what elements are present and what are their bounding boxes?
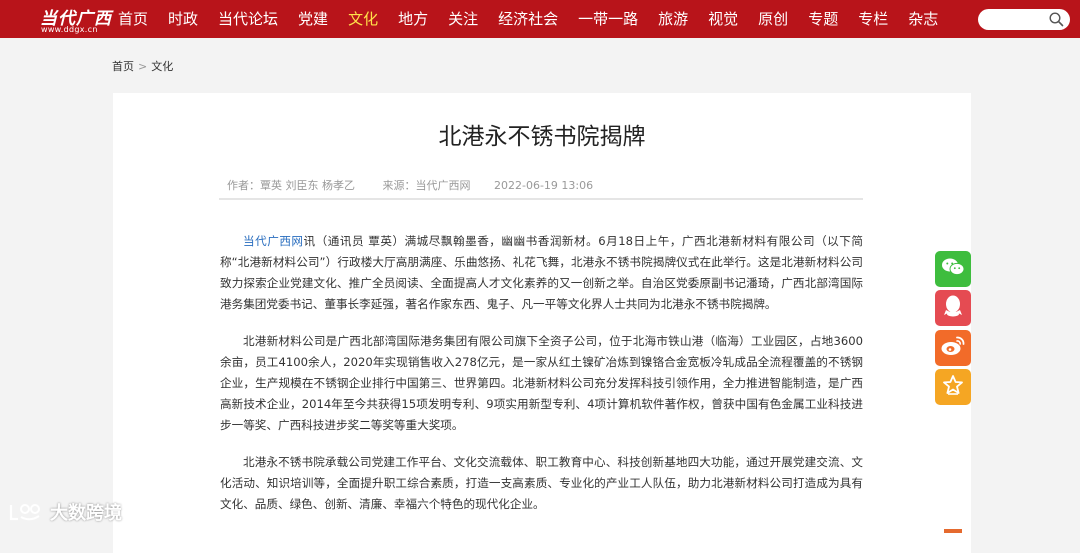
- paragraph-text: 讯（通讯员 覃英）满城尽飘翰墨香，幽幽书香润新材。6月18日上午，广西北港新材料…: [220, 234, 863, 311]
- wechat-share-button[interactable]: [935, 251, 971, 287]
- favorite-icon: [942, 374, 964, 400]
- watermark-logo-icon: [9, 504, 40, 521]
- nav-item-original[interactable]: 原创: [748, 0, 798, 38]
- article-title: 北港永不锈书院揭牌: [438, 124, 646, 150]
- article-paragraph: 北港新材料公司是广西北部湾国际港务集团有限公司旗下全资子公司，位于北海市铁山港（…: [220, 331, 863, 436]
- qq-share-icon: [943, 294, 963, 322]
- favorite-button[interactable]: [935, 369, 971, 405]
- article-source: 来源：当代广西网: [382, 179, 471, 192]
- source-link[interactable]: 当代广西网: [243, 234, 304, 248]
- nav-item-visual[interactable]: 视觉: [698, 0, 748, 38]
- nav-item-magazine[interactable]: 杂志: [898, 0, 948, 38]
- search-icon[interactable]: [1049, 12, 1064, 31]
- article-date: 2022-06-19 13:06: [494, 179, 594, 192]
- nav-item-columns[interactable]: 专栏: [848, 0, 898, 38]
- nav-item-travel[interactable]: 旅游: [648, 0, 698, 38]
- bottom-edge-mark: [944, 529, 962, 533]
- nav-item-party[interactable]: 党建: [288, 0, 338, 38]
- article-authors: 作者：覃英 刘臣东 杨孝乙: [227, 179, 355, 192]
- meta-divider: [219, 198, 863, 200]
- article-body: 当代广西网讯（通讯员 覃英）满城尽飘翰墨香，幽幽书香润新材。6月18日上午，广西…: [220, 231, 863, 531]
- watermark-text: 大数跨境: [50, 503, 122, 524]
- paragraph-text: 北港新材料公司是广西北部湾国际港务集团有限公司旗下全资子公司，位于北海市铁山港（…: [220, 334, 863, 432]
- article-paragraph: 北港永不锈书院承载公司党建工作平台、文化交流载体、职工教育中心、科技创新基地四大…: [220, 452, 863, 515]
- search-input[interactable]: [978, 9, 1070, 30]
- nav-item-forum[interactable]: 当代论坛: [208, 0, 288, 38]
- logo-url: www.ddgx.cn: [41, 25, 98, 34]
- nav-item-politics[interactable]: 时政: [158, 0, 208, 38]
- weibo-share-button[interactable]: [935, 330, 971, 366]
- nav-item-local[interactable]: 地方: [388, 0, 438, 38]
- breadcrumb-separator: >: [138, 60, 148, 73]
- qq-share-button[interactable]: [935, 290, 971, 326]
- article-card: 北港永不锈书院揭牌 作者：覃英 刘臣东 杨孝乙 来源：当代广西网 2022-06…: [113, 93, 971, 553]
- nav-item-culture[interactable]: 文化: [338, 0, 388, 38]
- breadcrumb-current[interactable]: 文化: [151, 60, 173, 73]
- nav-item-belt-road[interactable]: 一带一路: [568, 0, 648, 38]
- wechat-share-icon: [941, 257, 965, 281]
- nav-item-focus[interactable]: 关注: [438, 0, 488, 38]
- watermark: 大数跨境: [8, 499, 122, 525]
- nav-item-home[interactable]: 首页: [108, 0, 158, 38]
- breadcrumb-home[interactable]: 首页: [112, 60, 134, 73]
- breadcrumb: 首页 > 文化: [112, 58, 173, 74]
- top-navigation-bar: 当代广西 www.ddgx.cn 首页 时政 当代论坛 党建 文化 地方 关注 …: [0, 0, 1080, 38]
- site-logo[interactable]: 当代广西 www.ddgx.cn: [38, 4, 111, 34]
- weibo-share-icon: [940, 335, 966, 361]
- paragraph-text: 北港永不锈书院承载公司党建工作平台、文化交流载体、职工教育中心、科技创新基地四大…: [220, 455, 863, 511]
- nav-item-topics[interactable]: 专题: [798, 0, 848, 38]
- nav-item-economy[interactable]: 经济社会: [488, 0, 568, 38]
- article-meta: 作者：覃英 刘臣东 杨孝乙 来源：当代广西网 2022-06-19 13:06: [227, 177, 613, 193]
- article-paragraph: 当代广西网讯（通讯员 覃英）满城尽飘翰墨香，幽幽书香润新材。6月18日上午，广西…: [220, 231, 863, 315]
- main-nav: 首页 时政 当代论坛 党建 文化 地方 关注 经济社会 一带一路 旅游 视觉 原…: [108, 0, 948, 38]
